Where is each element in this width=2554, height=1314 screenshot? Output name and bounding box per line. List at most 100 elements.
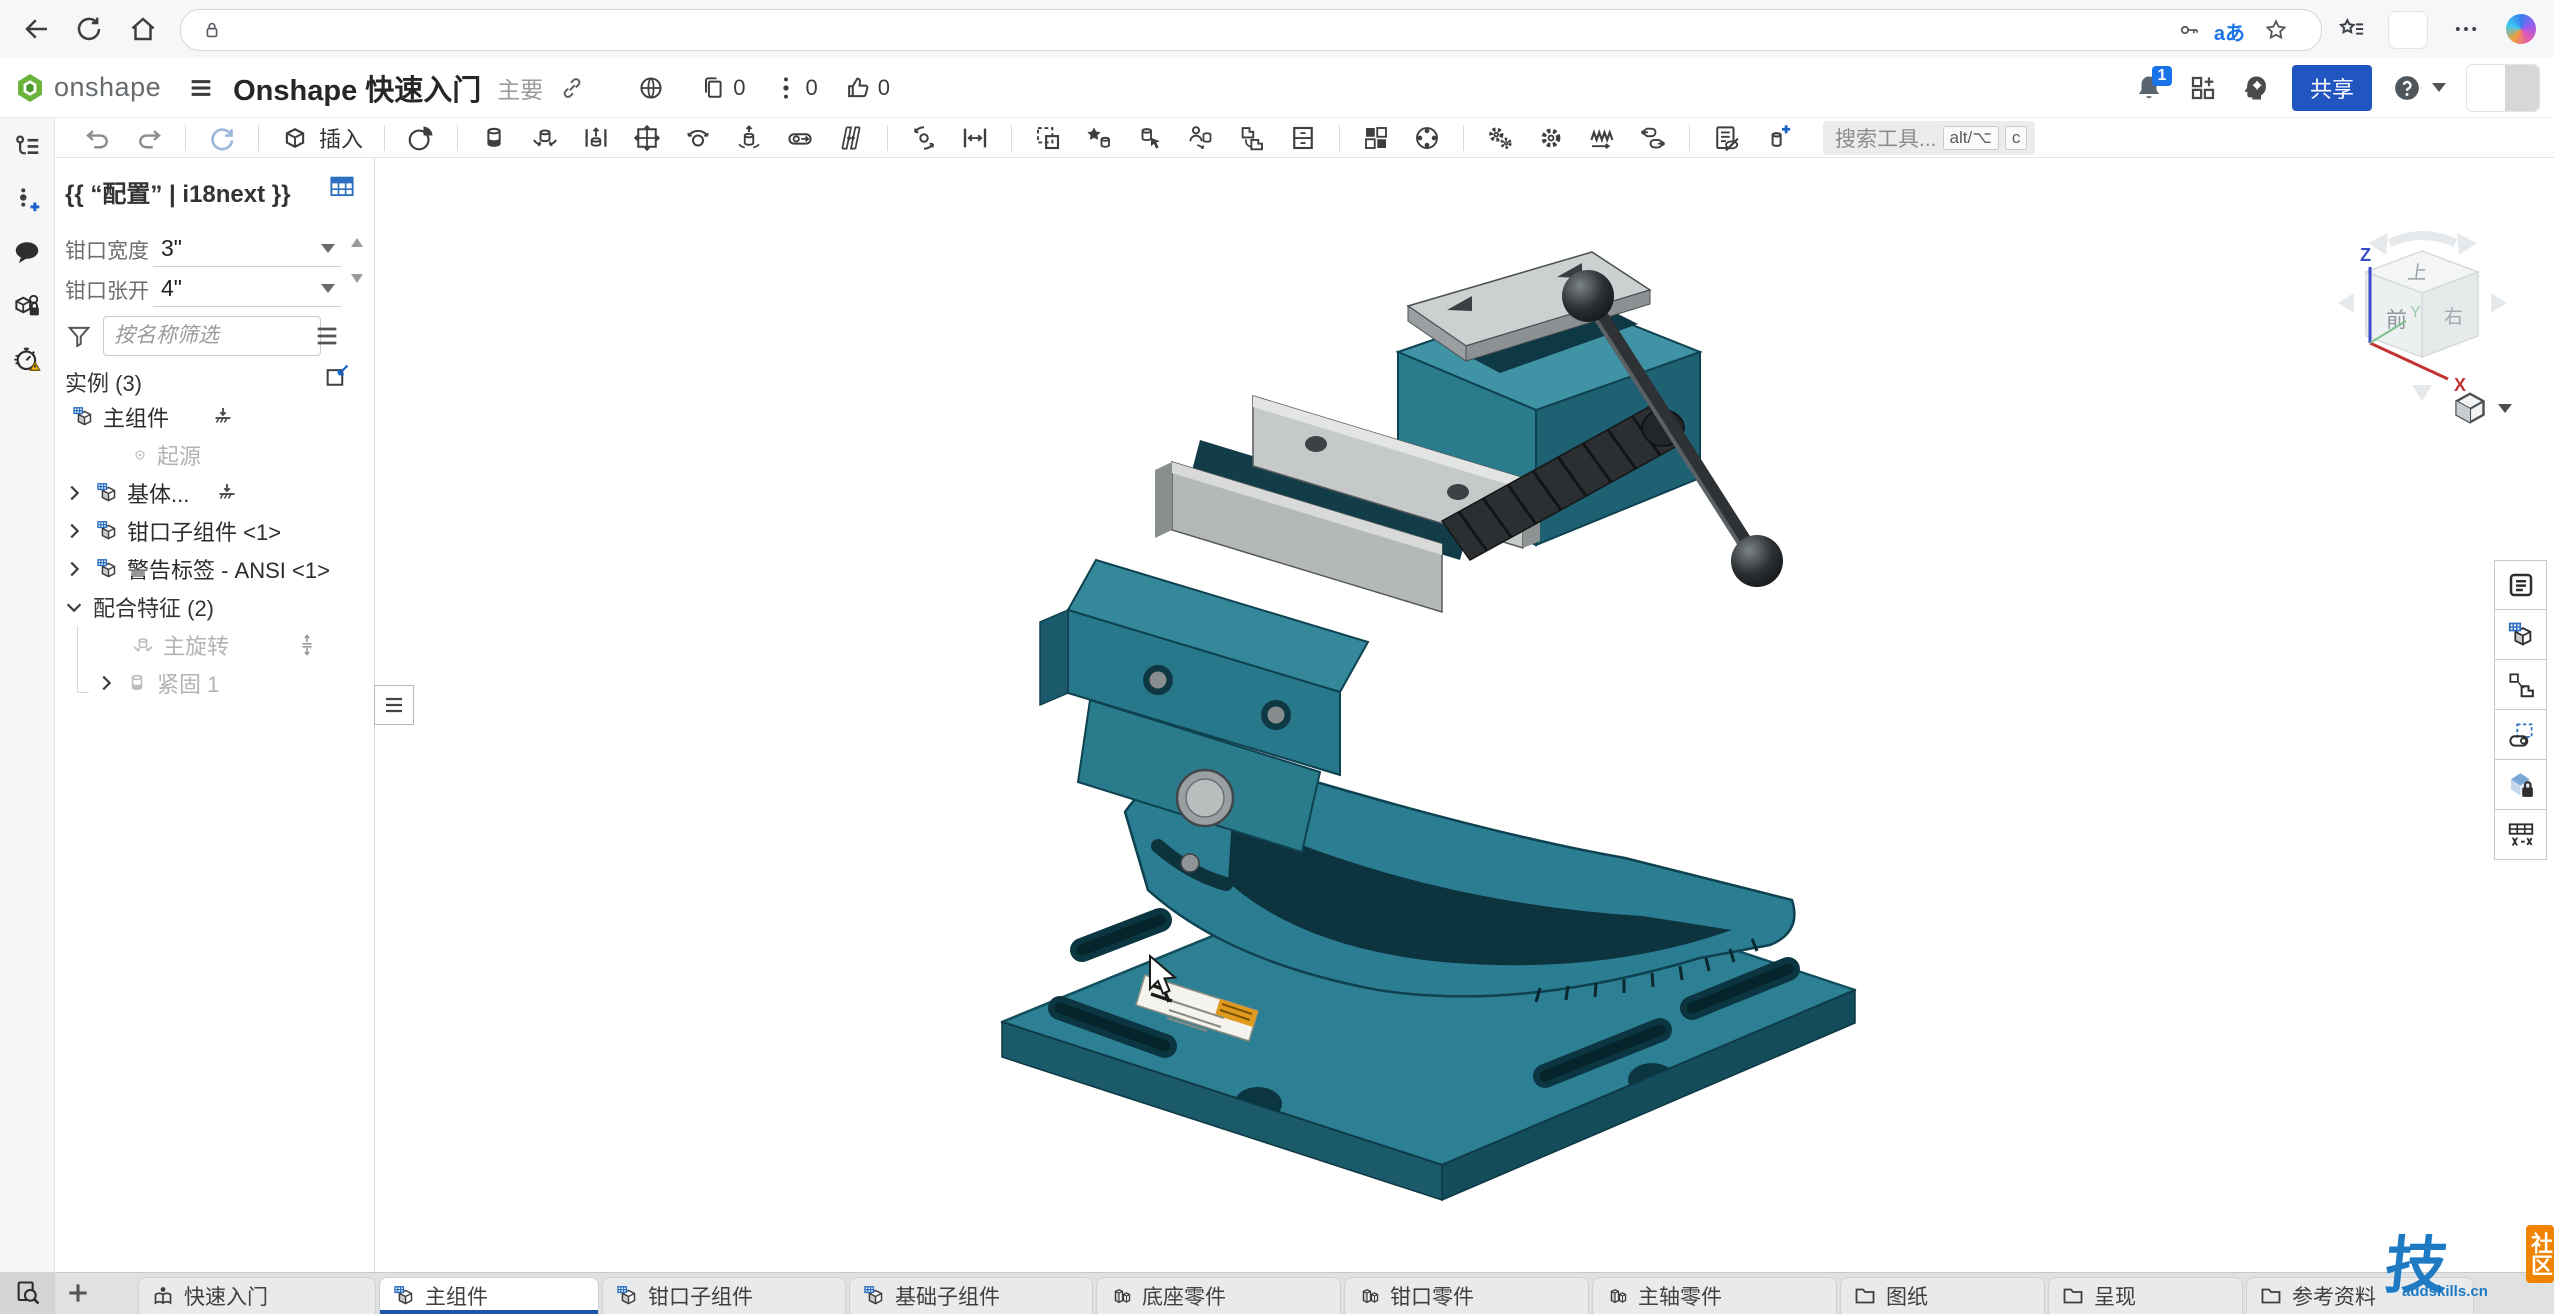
tab-quick-start[interactable]: 快速入门 xyxy=(138,1277,376,1314)
versions-icon[interactable] xyxy=(772,74,800,102)
mate-limits-icon[interactable] xyxy=(295,633,319,657)
chevron-down-icon[interactable] xyxy=(2498,404,2512,413)
chevron-right-icon[interactable] xyxy=(63,520,85,542)
fastened-mate-button[interactable] xyxy=(479,123,509,153)
hide-bom-button[interactable] xyxy=(1711,123,1741,153)
group-button[interactable] xyxy=(1033,123,1063,153)
exploded-view-button[interactable] xyxy=(406,123,436,153)
rack-pinion-relation-button[interactable] xyxy=(1536,123,1566,153)
tab-references-folder[interactable]: 参考资料 xyxy=(2246,1277,2474,1314)
insert-button-label[interactable]: 插入 xyxy=(319,122,363,154)
share-link-icon[interactable] xyxy=(559,75,585,101)
public-globe-icon[interactable] xyxy=(637,74,665,102)
tool-search[interactable]: 搜索工具... alt/⌥ c xyxy=(1823,121,2035,155)
favorite-star-icon[interactable] xyxy=(2263,17,2289,43)
filter-by-name-input[interactable] xyxy=(103,316,321,356)
address-bar[interactable]: aあ xyxy=(180,9,2322,51)
pin-slot-mate-button[interactable] xyxy=(785,123,815,153)
edit-in-context-button[interactable] xyxy=(1237,123,1267,153)
tab-base-part[interactable]: 底座零件 xyxy=(1096,1277,1341,1314)
insert-button[interactable] xyxy=(280,123,310,153)
help-caret-icon[interactable] xyxy=(2432,83,2446,92)
lock-icon[interactable] xyxy=(201,19,223,41)
view-cube-front-label[interactable]: 前 xyxy=(2386,309,2407,332)
browser-back-icon[interactable] xyxy=(22,14,52,44)
performance-warning-icon[interactable] xyxy=(12,344,42,374)
tree-item-origin[interactable]: 起源 xyxy=(55,436,375,474)
panel-collapse-button[interactable] xyxy=(374,685,414,725)
workspace-label[interactable]: 主要 xyxy=(497,71,543,105)
redo-button[interactable] xyxy=(134,123,164,153)
screw-relation-button[interactable] xyxy=(1587,123,1617,153)
shaded-view-cube-icon[interactable] xyxy=(2452,390,2488,426)
configuration-panel-button[interactable] xyxy=(2494,610,2547,660)
display-states-button[interactable] xyxy=(1288,123,1318,153)
measure-distance-button[interactable] xyxy=(960,123,990,153)
belt-relation-button[interactable] xyxy=(1638,123,1668,153)
share-button[interactable]: 共享 xyxy=(2292,65,2372,111)
document-menu-icon[interactable] xyxy=(187,74,215,102)
revolute-mate-button[interactable] xyxy=(530,123,560,153)
copies-icon[interactable] xyxy=(699,74,727,102)
cylindrical-mate-button[interactable] xyxy=(734,123,764,153)
browser-profile-avatar[interactable] xyxy=(2388,11,2428,49)
chevron-right-icon[interactable] xyxy=(63,558,85,580)
list-view-icon[interactable] xyxy=(313,322,341,350)
config-select-jaw-width[interactable]: 3" xyxy=(153,233,341,267)
configuration-table-icon[interactable] xyxy=(327,172,357,202)
appearance-lock-button[interactable] xyxy=(2494,760,2547,810)
pattern-button[interactable] xyxy=(1361,123,1391,153)
tree-section-mate-features[interactable]: 配合特征 (2) xyxy=(55,588,375,626)
view-cube-right-label[interactable]: 右 xyxy=(2444,306,2463,328)
tab-spindle-part[interactable]: 主轴零件 xyxy=(1592,1277,1837,1314)
view-cube[interactable]: 上 前 右 Z X Y xyxy=(2330,215,2515,410)
tree-item-fastened-mate[interactable]: 紧固 1 xyxy=(55,664,375,702)
parallel-mate-button[interactable] xyxy=(836,123,866,153)
password-key-icon[interactable] xyxy=(2177,18,2201,42)
config-select-jaw-opening[interactable]: 4" xyxy=(153,273,341,307)
tab-search-button[interactable] xyxy=(0,1272,55,1314)
versions-history-icon[interactable] xyxy=(12,185,42,215)
create-part-button[interactable] xyxy=(1762,123,1792,153)
user-avatar[interactable] xyxy=(2466,64,2540,112)
app-store-icon[interactable] xyxy=(2188,73,2218,103)
gear-relation-button[interactable] xyxy=(1485,123,1515,153)
chevron-right-icon[interactable] xyxy=(95,672,117,694)
copilot-icon[interactable] xyxy=(2506,14,2536,44)
selection-tool-button[interactable] xyxy=(1135,123,1165,153)
insert-into-assembly-icon[interactable] xyxy=(323,362,351,390)
tab-drawings-folder[interactable]: 图纸 xyxy=(1840,1277,2045,1314)
bom-table-button[interactable] xyxy=(2494,560,2547,610)
update-sync-button[interactable] xyxy=(207,123,237,153)
document-title[interactable]: Onshape 快速入门 xyxy=(233,67,481,109)
likes-icon[interactable] xyxy=(844,74,872,102)
undo-button[interactable] xyxy=(83,123,113,153)
learning-center-icon[interactable] xyxy=(2240,73,2270,103)
derived-part-button[interactable] xyxy=(2494,660,2547,710)
ball-bearing-button[interactable] xyxy=(1412,123,1442,153)
view-cube-top-label[interactable]: 上 xyxy=(2406,262,2428,284)
browser-home-icon[interactable] xyxy=(128,14,158,44)
tab-renders-folder[interactable]: 呈现 xyxy=(2048,1277,2243,1314)
tree-item-jaw-subassembly[interactable]: 钳口子组件 <1> xyxy=(55,512,375,550)
browser-menu-icon[interactable] xyxy=(2452,15,2480,43)
favorites-bar-icon[interactable] xyxy=(2338,15,2366,43)
tab-jaw-part[interactable]: 钳口零件 xyxy=(1344,1277,1589,1314)
translate-icon[interactable]: aあ xyxy=(2214,17,2245,46)
tree-item-main-assembly[interactable]: 主组件 xyxy=(55,398,375,436)
named-positions-button[interactable] xyxy=(1084,123,1114,153)
fixed-ground-icon[interactable] xyxy=(215,481,239,505)
tree-item-base-subassembly[interactable]: 基体... xyxy=(55,474,375,512)
tree-item-main-revolute-mate[interactable]: 主旋转 xyxy=(55,626,375,664)
named-views-button[interactable] xyxy=(2494,710,2547,760)
chevron-right-icon[interactable] xyxy=(63,482,85,504)
chevron-down-icon[interactable] xyxy=(63,596,85,618)
comments-icon[interactable] xyxy=(12,238,42,268)
help-icon[interactable] xyxy=(2392,73,2422,103)
tab-base-subassembly[interactable]: 基础子组件 xyxy=(849,1277,1093,1314)
configured-variables-button[interactable] xyxy=(2494,810,2547,860)
tab-main-assembly[interactable]: 主组件 xyxy=(379,1277,599,1314)
assembly-structure-icon[interactable] xyxy=(12,132,42,162)
tab-jaw-subassembly[interactable]: 钳口子组件 xyxy=(602,1277,846,1314)
planar-mate-button[interactable] xyxy=(632,123,662,153)
